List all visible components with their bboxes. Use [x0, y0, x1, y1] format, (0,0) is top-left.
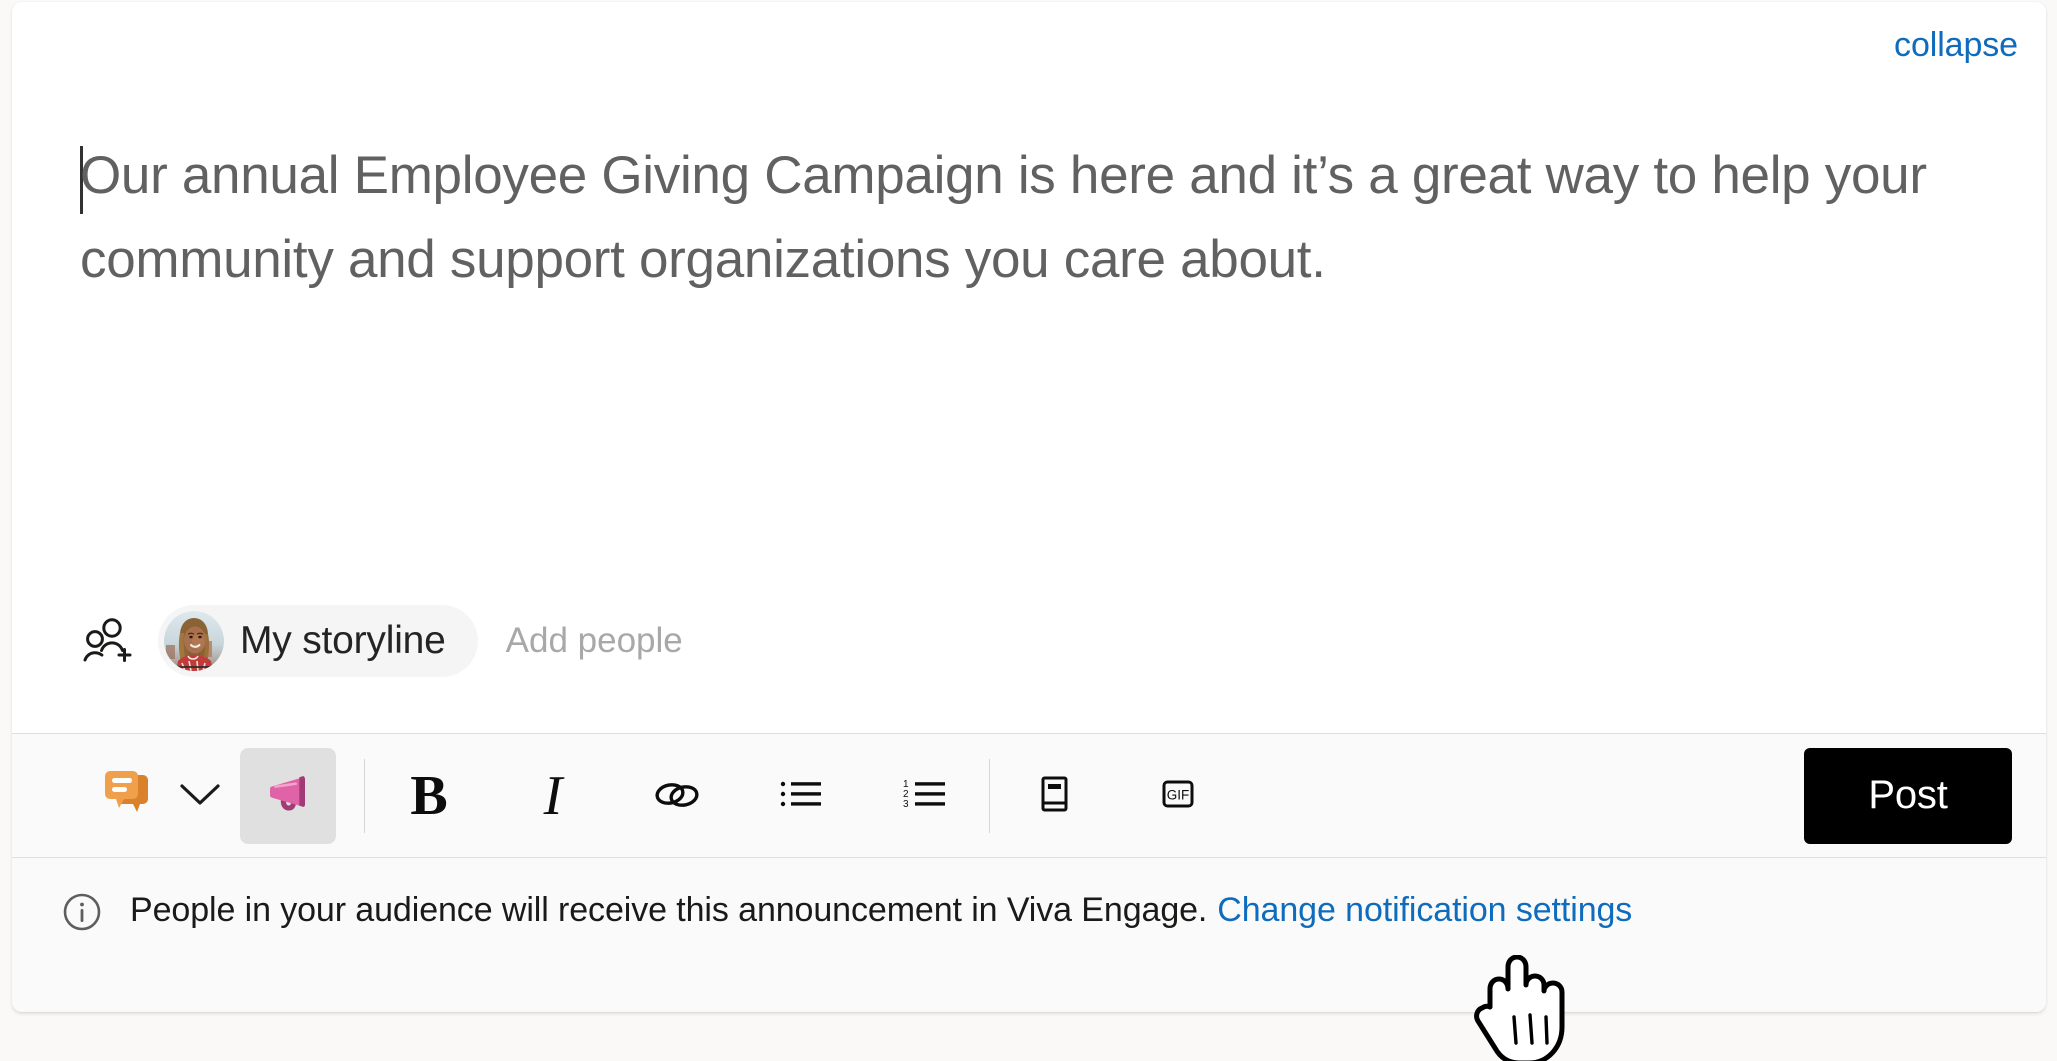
audience-selector-row: My storyline Add people	[80, 605, 683, 677]
add-people-input[interactable]: Add people	[506, 621, 683, 661]
add-people-icon[interactable]	[80, 613, 136, 669]
notification-banner: People in your audience will receive thi…	[12, 858, 2046, 1012]
notification-message: People in your audience will receive thi…	[130, 891, 1208, 929]
post-type-discussion-button[interactable]	[94, 760, 166, 832]
change-notification-settings-link[interactable]: Change notification settings	[1217, 891, 1632, 929]
italic-button[interactable]: I	[517, 760, 589, 832]
insert-gif-button[interactable]: GIF	[1142, 760, 1214, 832]
toolbar-divider-2	[989, 758, 990, 833]
notification-text-wrap: People in your audience will receive thi…	[130, 886, 1632, 934]
announcement-button[interactable]	[240, 747, 336, 844]
post-button[interactable]: Post	[1804, 747, 2012, 844]
link-icon	[646, 763, 708, 828]
post-editor-text[interactable]: Our annual Employee Giving Campaign is h…	[80, 134, 1960, 302]
composer-toolbar: B I 1 2 3 GIF Post	[12, 733, 2046, 858]
post-type-dropdown-button[interactable]	[172, 764, 228, 828]
composer-body: collapse Our annual Employee Giving Camp…	[12, 2, 2046, 733]
discussion-icon	[99, 763, 161, 828]
numbered-list-icon: 1 2 3	[894, 763, 956, 828]
info-icon	[60, 890, 104, 934]
gif-icon: GIF	[1147, 763, 1209, 828]
numbered-list-button[interactable]: 1 2 3	[889, 760, 961, 832]
avatar	[164, 611, 224, 671]
composer-card: collapse Our annual Employee Giving Camp…	[12, 2, 2046, 1012]
audience-chip-label: My storyline	[240, 619, 446, 662]
collapse-link[interactable]: collapse	[1894, 24, 2018, 66]
chevron-down-icon	[178, 779, 222, 812]
toolbar-divider-1	[364, 758, 365, 833]
svg-text:GIF: GIF	[1167, 788, 1190, 803]
post-editor[interactable]: Our annual Employee Giving Campaign is h…	[80, 134, 1976, 554]
bold-label: B	[410, 764, 448, 827]
bulleted-list-button[interactable]	[765, 760, 837, 832]
italic-label: I	[543, 764, 563, 827]
insert-image-button[interactable]	[1018, 760, 1090, 832]
bold-button[interactable]: B	[393, 760, 465, 832]
screen-root: collapse Our annual Employee Giving Camp…	[0, 0, 2057, 1061]
insert-link-button[interactable]	[641, 760, 713, 832]
audience-chip-my-storyline[interactable]: My storyline	[158, 605, 478, 677]
bulleted-list-icon	[770, 763, 832, 828]
svg-text:3: 3	[903, 799, 909, 810]
megaphone-icon	[257, 763, 319, 828]
book-image-icon	[1023, 763, 1085, 828]
